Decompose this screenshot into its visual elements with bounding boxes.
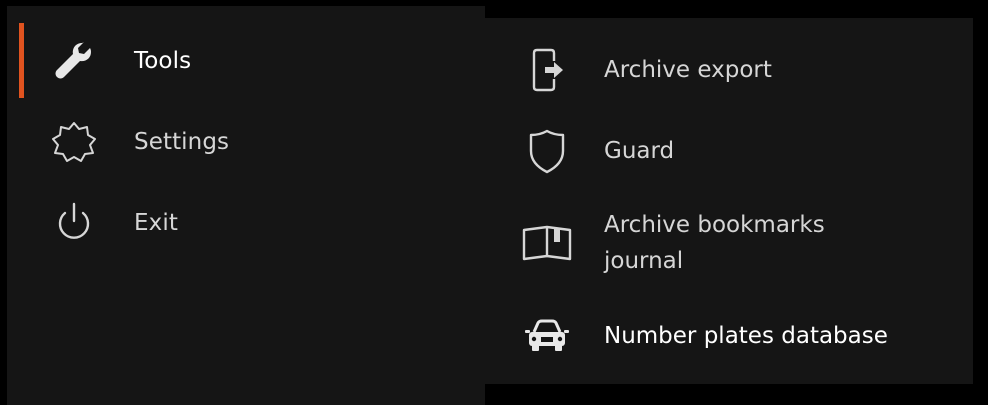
submenu-item-archive-export-label: Archive export [604,57,772,83]
shield-icon [515,126,579,176]
submenu-item-archive-export[interactable]: Archive export [515,42,965,98]
export-icon [515,45,579,95]
menu-item-tools[interactable]: Tools [22,26,472,96]
submenu-item-number-plates-database[interactable]: Number plates database [515,308,965,364]
gear-icon [49,119,99,165]
car-icon [515,311,579,361]
submenu-item-number-plates-database-label: Number plates database [604,323,888,349]
menu-item-settings-label: Settings [134,129,230,155]
submenu-item-archive-bookmarks-journal-label: Archive bookmarks journal [604,212,825,274]
submenu-item-guard-label: Guard [604,138,675,164]
menu-item-exit[interactable]: Exit [22,188,472,258]
power-icon [49,200,99,246]
wrench-icon [49,38,99,84]
book-icon [515,218,579,268]
submenu-item-guard[interactable]: Guard [515,123,965,179]
menu-item-settings[interactable]: Settings [22,107,472,177]
menu-item-tools-label: Tools [134,48,192,74]
menu-item-exit-label: Exit [134,210,178,236]
submenu-item-archive-bookmarks-journal[interactable]: Archive bookmarks journal [515,205,965,281]
